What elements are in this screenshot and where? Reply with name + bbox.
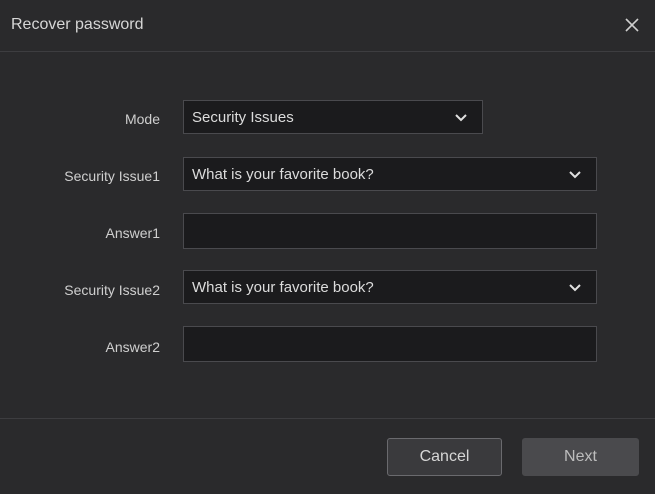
chevron-down-icon bbox=[454, 111, 468, 123]
security-issue2-select[interactable]: What is your favorite book? bbox=[183, 270, 597, 304]
answer2-input[interactable] bbox=[183, 326, 597, 362]
security-issue1-select[interactable]: What is your favorite book? bbox=[183, 157, 597, 191]
security-issue1-label: Security Issue1 bbox=[64, 168, 160, 184]
mode-label: Mode bbox=[124, 111, 160, 127]
next-button[interactable]: Next bbox=[522, 438, 639, 476]
security-issue2-label: Security Issue2 bbox=[64, 282, 160, 298]
dialog-title: Recover password bbox=[11, 16, 144, 33]
cancel-button[interactable]: Cancel bbox=[387, 438, 502, 476]
chevron-down-icon bbox=[568, 168, 582, 180]
footer-divider bbox=[0, 418, 655, 419]
security-issue2-value: What is your favorite book? bbox=[192, 279, 374, 296]
chevron-down-icon bbox=[568, 281, 582, 293]
mode-select[interactable]: Security Issues bbox=[183, 100, 483, 134]
answer1-label: Answer1 bbox=[105, 225, 160, 241]
close-icon[interactable] bbox=[621, 14, 643, 36]
recover-password-dialog: Recover password Mode Security Issues Se… bbox=[0, 0, 655, 494]
dialog-header: Recover password bbox=[0, 0, 655, 52]
answer1-input[interactable] bbox=[183, 213, 597, 249]
security-issue1-value: What is your favorite book? bbox=[192, 166, 374, 183]
mode-value: Security Issues bbox=[192, 109, 294, 126]
answer2-label: Answer2 bbox=[105, 339, 160, 355]
